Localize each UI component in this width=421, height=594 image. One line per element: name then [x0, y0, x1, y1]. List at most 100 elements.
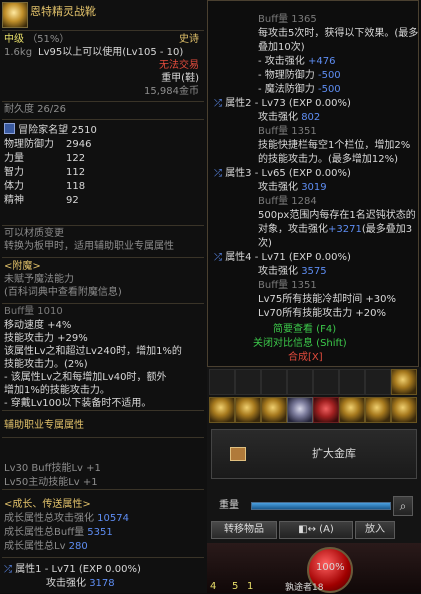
simple-view-link[interactable]: 简要查看 (F4)	[273, 324, 336, 336]
attribute-2-buff: Buff量 1351	[258, 126, 317, 137]
inventory-slot[interactable]	[339, 369, 365, 395]
attack-label: 攻击强化	[258, 266, 298, 277]
vault-icon	[230, 447, 246, 461]
hud-text: 孰途者18	[285, 583, 324, 593]
close-compare-link[interactable]: 关闭对比信息 (Shift)	[253, 338, 347, 350]
effect-row: - 魔法防御力 -500	[258, 84, 341, 96]
effect-value: +476	[307, 56, 336, 67]
inventory-slot[interactable]	[209, 369, 235, 395]
attribute-2-desc-1: 技能快捷栏每空1个栏位，增加2%	[258, 140, 411, 151]
inventory-slot[interactable]	[287, 397, 313, 423]
attribute-1-label: 属性1 - Lv71 (EXP 0.00%)	[15, 564, 141, 575]
attribute-3-label: 属性3 - Lv65 (EXP 0.00%)	[225, 168, 351, 179]
compare-tooltip: Buff量 1365 每攻击5次时，获得以下效果。(最多 叠加10次) - 攻击…	[207, 0, 419, 367]
attack-value: 802	[301, 112, 321, 123]
hud-bar: 100% 孰途者18 4 5 1	[207, 543, 421, 593]
attribute-4-attack: 攻击强化 3575	[258, 266, 327, 278]
growth-header: <成长、传送属性>	[4, 499, 91, 510]
stat-value: 92	[66, 195, 79, 206]
stat-value: 2946	[66, 139, 92, 150]
hp-percent: 100%	[316, 562, 345, 573]
effect-line: 技能攻击力。(2%)	[4, 359, 88, 370]
inventory-slot[interactable]	[313, 397, 339, 423]
transfer-items-button[interactable]: 转移物品	[211, 521, 277, 539]
growth-value: 280	[65, 541, 88, 552]
desc-text-2: (最多叠加3	[361, 224, 413, 235]
inventory-slot[interactable]	[235, 369, 261, 395]
weight-label: 重量	[219, 500, 239, 511]
attribute-4-title: ⤮ 属性4 - Lv71 (EXP 0.00%)	[214, 252, 351, 264]
fame-icon	[4, 123, 15, 134]
attribute-3-desc-2: 对象，攻击强化+3271(最多叠加3	[258, 224, 412, 236]
item-icon	[2, 2, 28, 28]
desc-line-2: 叠加10次)	[258, 42, 305, 53]
inventory-slot[interactable]	[339, 397, 365, 423]
effect-line: - 该属性Lv之和每增加Lv40时，额外	[4, 372, 167, 383]
effect-label: - 攻击强化	[258, 56, 308, 67]
item-tooltip: 恩特精灵战靴 中级 （51%） 史诗 1.6kg Lv95以上可以使用(Lv10…	[0, 0, 208, 593]
effect-value: -500	[317, 70, 341, 81]
attribute-2-desc-2: 的技能攻击力。(最多增加12%)	[258, 154, 399, 165]
attribute-1-attack: 攻击强化 3178	[46, 578, 115, 590]
inventory-slot[interactable]	[391, 369, 417, 395]
inventory-slot[interactable]	[391, 397, 417, 423]
effect-label: - 物理防御力	[258, 70, 318, 81]
item-grade: 中级 （51%）	[4, 34, 69, 46]
shuffle-icon: ⤮	[214, 252, 222, 263]
support-line: Lv50主动技能Lv +1	[4, 477, 98, 488]
buff-top: Buff量 1365	[258, 14, 317, 25]
inventory-slot[interactable]	[365, 369, 391, 395]
grade-label: 中级	[4, 34, 24, 45]
inventory-panel: 扩大金库 重量 ⌕ 转移物品 ◧↔ (A) 放入 100% 孰途者18 4 5 …	[207, 367, 421, 593]
support-line: Lv30 Buff技能Lv +1	[4, 463, 101, 474]
inventory-slot[interactable]	[287, 369, 313, 395]
attack-label: 攻击强化	[258, 112, 298, 123]
search-button[interactable]: ⌕	[393, 496, 413, 516]
attribute-4-label: 属性4 - Lv71 (EXP 0.00%)	[225, 252, 351, 263]
item-weight: 1.6kg	[4, 47, 33, 58]
effect-line: 技能攻击力 +29%	[4, 333, 88, 344]
support-header: 辅助职业专属属性	[4, 420, 84, 431]
enchant-header: <附魔>	[4, 261, 41, 272]
desc-text: 对象，攻击强化	[258, 224, 328, 235]
trade-status: 无法交易	[159, 60, 199, 71]
attribute-4-buff: Buff量 1351	[258, 280, 317, 291]
buff-amount: Buff量 1010	[4, 306, 63, 317]
expand-vault-bar[interactable]: 扩大金库	[211, 429, 417, 479]
growth-label: 成长属性总Lv	[4, 541, 66, 552]
enchant-hint: (百科词典中查看附魔信息)	[4, 287, 122, 298]
effect-line: 该属性Lv之和超过Lv240时，增加1%的	[4, 346, 182, 357]
stat-label: 精神	[4, 195, 24, 206]
material-change: 可以材质变更	[4, 228, 64, 239]
hud-number-3: 1	[247, 581, 254, 592]
growth-line: 成长属性总Lv 280	[4, 541, 88, 553]
effect-row: - 物理防御力 -500	[258, 70, 341, 82]
inventory-slot[interactable]	[313, 369, 339, 395]
combine-link[interactable]: 合成[X]	[288, 352, 323, 364]
growth-label: 成长属性总攻击强化	[4, 513, 94, 524]
inventory-slot[interactable]	[209, 397, 235, 423]
item-price: 15,984金币	[144, 86, 199, 97]
adventurer-fame: 冒险家名望 2510	[18, 125, 97, 136]
stat-label: 物理防御力	[4, 139, 54, 150]
effect-row: - 攻击强化 +476	[258, 56, 335, 68]
effect-line: - 穿戴Lv100以下装备时不适用。	[4, 398, 152, 409]
inventory-slot[interactable]	[261, 397, 287, 423]
auto-label: (A)	[319, 524, 334, 535]
put-in-button[interactable]: 放入	[355, 521, 395, 539]
attack-label: 攻击强化	[46, 578, 86, 589]
inventory-slot[interactable]	[365, 397, 391, 423]
effect-line: 增加1%的技能攻击力。	[4, 385, 110, 396]
attribute-1-title: ⤮ 属性1 - Lv71 (EXP 0.00%)	[4, 564, 141, 576]
attribute-3-attack: 攻击强化 3019	[258, 182, 327, 194]
stat-label: 体力	[4, 181, 24, 192]
inventory-slot[interactable]	[235, 397, 261, 423]
auto-button[interactable]: ◧↔ (A)	[279, 521, 353, 539]
stat-label: 智力	[4, 167, 24, 178]
attribute-2-attack: 攻击强化 802	[258, 112, 320, 124]
effect-label: - 魔法防御力	[258, 84, 318, 95]
level-requirement: Lv95以上可以使用(Lv105 - 10)	[38, 47, 184, 58]
inventory-slot[interactable]	[261, 369, 287, 395]
armor-type: 重甲(鞋)	[161, 73, 199, 84]
growth-label: 成长属性总Buff量	[4, 527, 85, 538]
